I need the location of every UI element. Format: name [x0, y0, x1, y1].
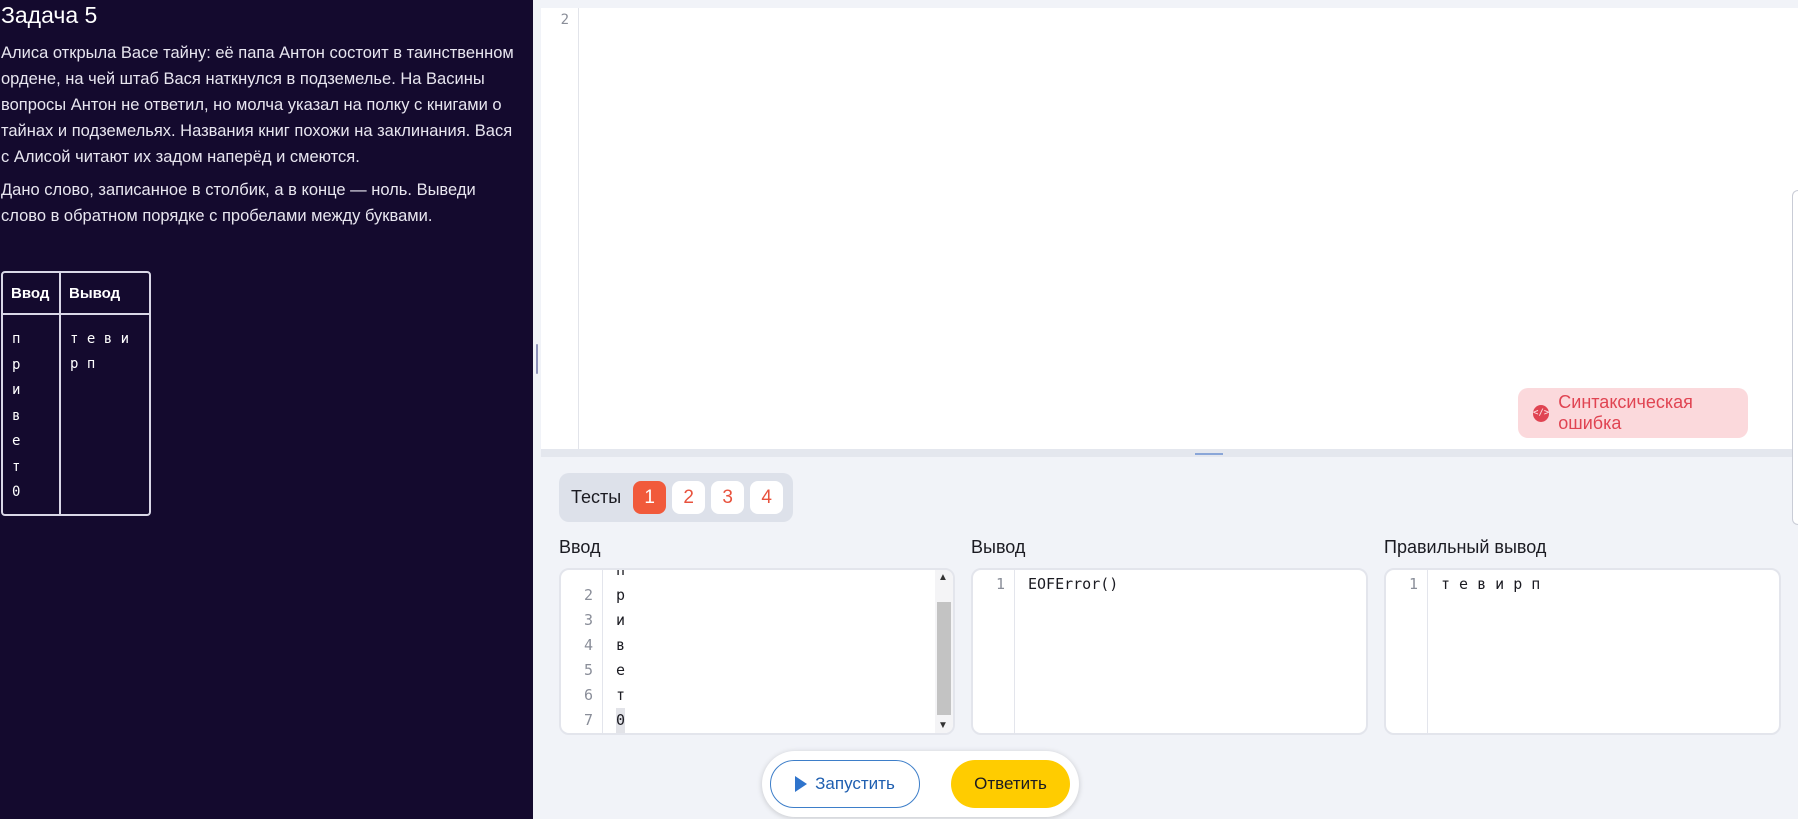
expected-panel: 1т е в и р п [1384, 568, 1781, 735]
example-table: Ввод Вывод п р и в е т 0 т е в и р п [1, 271, 151, 516]
example-input-cell: п р и в е т 0 [3, 315, 61, 514]
input-row: 70 [561, 708, 953, 733]
panel-resize-handle[interactable] [536, 344, 538, 374]
play-icon [795, 776, 808, 792]
code-icon: </> [1533, 404, 1550, 422]
example-input-line: в [12, 407, 21, 424]
run-button-label: Запустить [815, 774, 895, 793]
syntax-error-label: Синтаксическая ошибка [1558, 392, 1693, 433]
input-panel[interactable]: п 2р 3и 4в 5е 6т 70 ▲ ▼ [559, 568, 955, 735]
input-row: 4в [583, 636, 626, 654]
task-description: Алиса открыла Васе тайну: её папа Антон … [1, 44, 514, 166]
output-row: 1 EOFError() [995, 575, 1119, 593]
test-tab-1[interactable]: 1 [633, 481, 667, 514]
tests-label: Тесты [571, 487, 622, 507]
example-output-cell: т е в и р п [70, 331, 130, 372]
input-row: 5е [583, 661, 626, 679]
task-title: Задача 5 [1, 2, 98, 28]
scroll-up-icon[interactable]: ▲ [938, 572, 948, 583]
test-tab-3[interactable]: 3 [711, 481, 745, 514]
example-header-output: Вывод [61, 273, 149, 315]
resize-grip[interactable] [1195, 453, 1223, 455]
scroll-down-icon[interactable]: ▼ [938, 720, 948, 731]
input-panel-label: Ввод [559, 537, 601, 557]
input-row: 3и [583, 611, 626, 629]
input-row: 6т [583, 686, 626, 704]
test-tab-2[interactable]: 2 [672, 481, 706, 514]
output-panel: 1 EOFError() [971, 568, 1368, 735]
example-input-line: е [12, 433, 21, 449]
task-panel: Задача 5 Алиса открыла Васе тайну: её па… [0, 0, 533, 819]
example-header-input: Ввод [3, 273, 61, 315]
example-input-line: р [12, 356, 21, 373]
side-panel-edge[interactable] [1792, 190, 1798, 525]
action-bar: Запустить Ответить [762, 751, 1079, 817]
input-row-clipped: п [616, 568, 626, 579]
code-editor[interactable]: 2 </> Синтаксическая ошибка [541, 8, 1798, 449]
expected-panel-label: Правильный вывод [1384, 537, 1547, 557]
submit-button[interactable]: Ответить [951, 760, 1070, 808]
input-scrollbar[interactable]: ▲ ▼ [935, 570, 953, 733]
expected-row: 1т е в и р п [1408, 575, 1541, 593]
editor-gutter: 2 [541, 8, 579, 449]
output-panel-label: Вывод [971, 537, 1026, 557]
tests-bar: Тесты 1 2 3 4 [559, 473, 793, 522]
example-input-line: п [12, 331, 21, 347]
editor-line-number: 2 [560, 12, 569, 28]
example-input-line: т [12, 458, 21, 475]
editor-resize-bar[interactable] [541, 449, 1798, 457]
test-tab-4[interactable]: 4 [750, 481, 784, 514]
syntax-error-badge[interactable]: </> Синтаксическая ошибка [1518, 388, 1748, 438]
run-button[interactable]: Запустить [770, 760, 920, 808]
example-input-line: и [12, 382, 21, 398]
task-statement: Дано слово, записанное в столбик, а в ко… [1, 181, 476, 225]
scroll-thumb[interactable] [937, 602, 951, 715]
example-input-line: 0 [12, 484, 21, 500]
input-row: 2р [583, 586, 626, 604]
